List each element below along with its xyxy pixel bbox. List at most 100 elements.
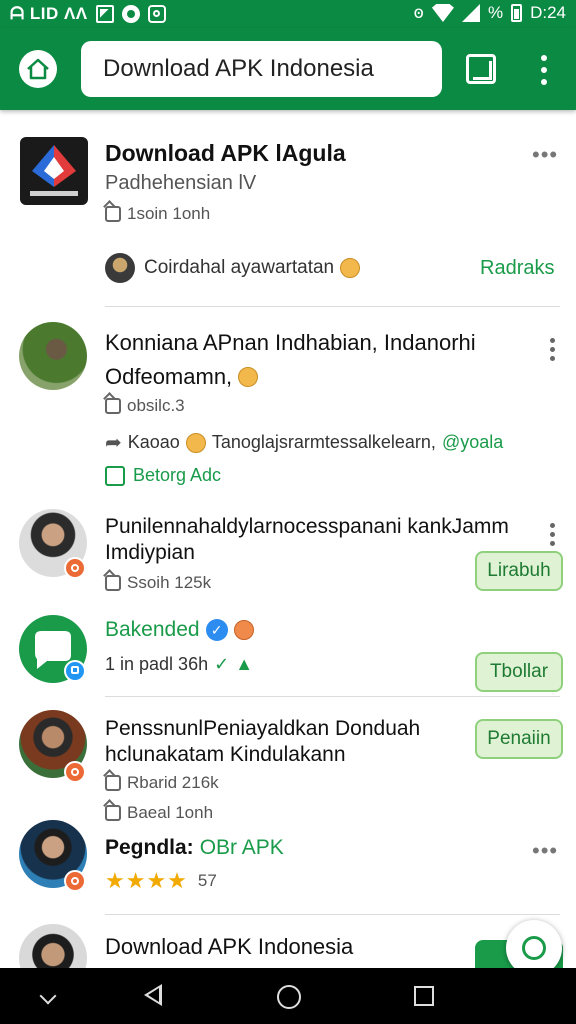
home-button[interactable] bbox=[19, 50, 57, 88]
avatar bbox=[19, 322, 87, 390]
rating-count: 57 bbox=[197, 871, 217, 890]
commenter-avatar bbox=[105, 253, 135, 283]
post-title-line2: hclunakatam Kindulakann bbox=[105, 743, 346, 766]
badge-icon bbox=[64, 660, 86, 682]
account-name: Bakended bbox=[105, 618, 200, 641]
avatar bbox=[19, 924, 87, 968]
emoji-icon bbox=[238, 367, 259, 387]
account-name: Pegndla: bbox=[105, 836, 194, 859]
camera-notification-icon bbox=[147, 5, 166, 23]
app-logo-icon bbox=[30, 145, 78, 196]
account-tag: OBr APK bbox=[199, 836, 284, 859]
follow-button[interactable]: Tbollar bbox=[475, 652, 563, 692]
battery-icon bbox=[511, 4, 523, 22]
like-icon bbox=[105, 805, 121, 821]
compose-fab[interactable] bbox=[506, 920, 562, 968]
wifi-icon bbox=[431, 4, 454, 22]
rating-row: ★★★★ 57 bbox=[105, 868, 217, 894]
post-meta: Rbarid 216k bbox=[105, 773, 219, 793]
chevron-down-icon[interactable] bbox=[39, 987, 57, 1005]
list-item[interactable]: Punilennahaldylarnocesspanani kankJamm I… bbox=[0, 505, 576, 605]
signal-icon bbox=[461, 4, 480, 22]
badge-icon bbox=[64, 557, 86, 579]
emoji-icon bbox=[340, 258, 361, 278]
like-icon bbox=[105, 575, 121, 591]
battery-percent: % bbox=[487, 3, 504, 22]
divider bbox=[105, 914, 560, 915]
list-item[interactable]: Pegndla: OBr APK ★★★★ 57 ••• bbox=[0, 820, 576, 910]
post-title[interactable]: Download APK Indonesia bbox=[105, 934, 353, 960]
divider bbox=[105, 696, 560, 697]
post-title-line2: Odfeomamn, bbox=[105, 364, 259, 390]
like-icon bbox=[105, 465, 125, 486]
reply-link[interactable]: Radraks bbox=[480, 257, 554, 280]
post-title[interactable]: Konniana APnan Indhabian, Indanorhi bbox=[105, 330, 476, 356]
star-rating: ★★★★ bbox=[105, 868, 188, 893]
post-title-line2-text: Odfeomamn, bbox=[105, 364, 233, 389]
badge-icon bbox=[64, 761, 86, 783]
list-item[interactable]: Download APK lAgula Padhehensian lV 1soi… bbox=[0, 110, 576, 310]
system-nav-bar bbox=[0, 968, 576, 1024]
list-item[interactable]: Download APK Indonesia bbox=[0, 920, 576, 968]
share-icon[interactable]: ➦ bbox=[105, 430, 122, 455]
follow-button[interactable]: Penaiin bbox=[475, 719, 563, 759]
up-icon: ▲ bbox=[235, 654, 254, 674]
like-label: Betorg Adc bbox=[133, 465, 222, 485]
post-meta-text: Rbarid 216k bbox=[127, 773, 219, 792]
emoji-icon bbox=[233, 620, 254, 640]
comment-text: Coirdahal ayawartatan bbox=[144, 257, 335, 278]
post-meta: 1 in padl 36h ✓ ▲ bbox=[105, 654, 253, 675]
tabs-button[interactable] bbox=[466, 54, 496, 84]
more-vert-icon[interactable] bbox=[550, 338, 555, 361]
share-row: ➦ Kaoao Tanoglajsrarmtessalkelearn, @yoa… bbox=[105, 430, 503, 455]
post-meta: Ssoih 125k bbox=[105, 573, 211, 593]
recent-apps-icon[interactable] bbox=[414, 986, 434, 1006]
post-title[interactable]: Pegndla: OBr APK bbox=[105, 836, 284, 860]
handle-link[interactable]: @yoala bbox=[442, 432, 503, 453]
post-meta-text: Ssoih 125k bbox=[127, 573, 212, 592]
post-title[interactable]: Bakended ✓ bbox=[105, 618, 254, 642]
post-meta: 1soin 1onh bbox=[105, 204, 210, 224]
more-vert-icon[interactable] bbox=[537, 55, 551, 85]
home-icon bbox=[27, 58, 49, 80]
like-icon bbox=[105, 206, 121, 222]
list-item[interactable]: PenssnunlPeniayaldkan Donduah hclunakata… bbox=[0, 705, 576, 822]
browser-toolbar: Download APK Indonesia bbox=[0, 28, 576, 110]
image-notification-icon bbox=[95, 5, 114, 23]
back-icon[interactable] bbox=[144, 984, 162, 1006]
list-item[interactable]: Konniana APnan Indhabian, Indanorhi Odfe… bbox=[0, 310, 576, 500]
follow-button[interactable]: Lirabuh bbox=[475, 551, 563, 591]
post-meta-text: 1soin 1onh bbox=[127, 204, 211, 223]
feed[interactable]: Download APK lAgula Padhehensian lV 1soi… bbox=[0, 110, 576, 968]
post-title[interactable]: Punilennahaldylarnocesspanani kankJamm bbox=[105, 515, 509, 539]
like-icon bbox=[105, 398, 121, 414]
badge-icon bbox=[64, 870, 86, 892]
post-title[interactable]: PenssnunlPeniayaldkan Donduah bbox=[105, 717, 420, 741]
emoji-icon bbox=[185, 432, 206, 453]
status-left-text: ᗩ LID ΛΛ bbox=[10, 4, 88, 23]
search-input[interactable]: Download APK Indonesia bbox=[81, 41, 442, 97]
post-subtitle: Padhehensian lV bbox=[105, 172, 257, 194]
checkmark-icon: ✓ bbox=[214, 654, 230, 674]
post-title[interactable]: Download APK lAgula bbox=[105, 140, 346, 167]
post-meta: obsilc.3 bbox=[105, 396, 185, 416]
status-time: D:24 bbox=[530, 3, 566, 22]
more-horiz-icon[interactable]: ••• bbox=[532, 838, 558, 864]
post-meta-text: 1 in padl 36h bbox=[105, 654, 209, 674]
record-notification-icon bbox=[121, 5, 140, 23]
search-input-value: Download APK Indonesia bbox=[103, 55, 374, 82]
verified-icon: ✓ bbox=[205, 619, 228, 641]
status-bar: ᗩ LID ΛΛ ꙩ % D:24 bbox=[0, 0, 576, 28]
comment-row: Coirdahal ayawartatan bbox=[144, 257, 361, 279]
home-circle-icon[interactable] bbox=[277, 985, 301, 1009]
list-item[interactable]: Bakended ✓ 1 in padl 36h ✓ ▲ Tbollar bbox=[0, 610, 576, 700]
vibrate-icon: ꙩ bbox=[413, 3, 424, 22]
like-icon bbox=[105, 775, 121, 791]
share-tail: Tanoglajsrarmtessalkelearn, bbox=[211, 432, 436, 452]
more-horiz-icon[interactable]: ••• bbox=[532, 142, 558, 168]
like-button[interactable]: Betorg Adc bbox=[105, 465, 221, 486]
more-vert-icon[interactable] bbox=[550, 523, 555, 546]
app-logo bbox=[20, 137, 88, 205]
share-text: Kaoao bbox=[127, 432, 180, 452]
post-title-line2: Imdiypian bbox=[105, 541, 195, 564]
